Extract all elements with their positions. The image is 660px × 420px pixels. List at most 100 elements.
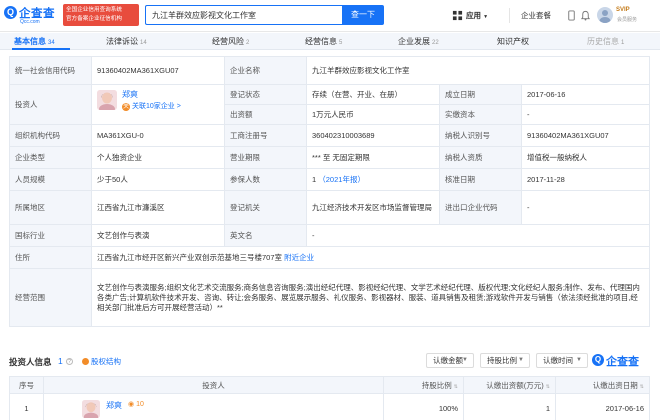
row-amount: 1 <box>463 393 556 420</box>
org-code-value: MA361XGU-0 <box>91 124 225 147</box>
capital-amount-filter[interactable]: 认缴金额 ▼ <box>426 353 474 368</box>
sort-icon: ⇅ <box>639 383 644 390</box>
app-label: 应用 <box>466 11 481 20</box>
person-photo-icon[interactable] <box>82 400 100 418</box>
investors-count: 1 <box>58 356 63 366</box>
tab-legal[interactable]: 法律诉讼 14 <box>106 33 147 50</box>
biz-reg-label: 工商注册号 <box>224 124 307 147</box>
person-photo-icon <box>97 90 117 110</box>
table-row: 企业类型 个人独资企业 营业期限 *** 至 无固定期限 纳税人资质 增值税一般… <box>9 146 651 169</box>
investor-name-link[interactable]: 郑爽 <box>106 400 122 411</box>
capital-value: 1万元人民币 <box>306 104 440 125</box>
qcc-logo[interactable]: Q 企查查 Qcc.com <box>4 4 60 26</box>
relation-text: 关联10家企业 <box>132 103 175 110</box>
tab-history[interactable]: 历史信息 1 <box>587 33 624 50</box>
approval-value: 2017-11-28 <box>520 168 651 191</box>
user-avatar[interactable] <box>597 7 613 23</box>
logo-mark-icon: Q <box>592 354 604 366</box>
tab-label: 企业发展 <box>398 37 430 46</box>
row-index: 1 <box>9 393 44 420</box>
tab-label: 经营风险 <box>212 37 244 46</box>
investor-cell: 郑爽 关关联10家企业 > <box>91 84 225 125</box>
chevron-down-icon: ▼ <box>462 357 468 363</box>
annual-report-link[interactable]: （2021年报） <box>318 175 365 184</box>
table-row: 国标行业 文艺创作与表演 英文名 - <box>9 224 651 247</box>
svip-badge[interactable]: SVIP <box>616 7 630 13</box>
person-name-link[interactable]: 郑爽 <box>122 90 138 100</box>
investors-section-title: 投资人信息 <box>9 357 52 367</box>
filter-label: 持股比例 <box>487 356 517 365</box>
approval-label: 核准日期 <box>439 168 522 191</box>
import-export-label: 进出口企业代码 <box>439 190 522 225</box>
mobile-icon[interactable] <box>566 10 577 21</box>
enterprise-suite-link[interactable]: 企业套餐 <box>521 10 551 21</box>
paid-capital-label: 实缴资本 <box>439 104 522 125</box>
investor-tag[interactable]: ◉ 10 <box>128 400 144 408</box>
tab-ip[interactable]: 知识产权 <box>497 33 531 50</box>
col-ratio-label: 持股比例 <box>421 380 452 390</box>
tax-id-value: 91360402MA361XGU07 <box>520 124 651 147</box>
paid-capital-value: - <box>520 104 651 125</box>
investors-table: 序号 投资人 持股比例 ⇅ 认缴出资额(万元) ⇅ 认缴出资日期 ⇅ 1 郑爽 ◉ 1… <box>9 376 650 420</box>
tab-development[interactable]: 企业发展 22 <box>398 33 439 50</box>
scope-label: 经营范围 <box>9 268 92 327</box>
chevron-down-icon: ▼ <box>483 14 489 20</box>
tab-count: 22 <box>432 40 439 46</box>
active-tab-indicator <box>12 48 70 50</box>
sort-icon: ⇅ <box>453 383 458 390</box>
tab-risk[interactable]: 经营风险 2 <box>212 33 249 50</box>
credit-code-label: 统一社会信用代码 <box>9 56 92 85</box>
bell-icon[interactable] <box>580 10 591 21</box>
table-row: 组织机构代码 MA361XGU-0 工商注册号 360402310003689 … <box>9 124 651 147</box>
import-export-value: - <box>520 190 651 225</box>
person-avatar[interactable] <box>97 90 117 110</box>
subscription-date-filter[interactable]: 认缴时间 ▼ <box>536 353 588 368</box>
region-value: 江西省九江市濂溪区 <box>91 190 225 225</box>
basic-info-table: 统一社会信用代码 91360402MA361XGU07 企业名称 九江羊群效应影… <box>9 56 651 327</box>
industry-label: 国标行业 <box>9 224 92 247</box>
investor-tag-count: 10 <box>136 401 144 408</box>
nearby-companies-link[interactable]: 附近企业 <box>284 253 314 262</box>
credit-code-value: 91360402MA361XGU07 <box>91 56 225 85</box>
staff-size-value: 少于50人 <box>91 168 225 191</box>
equity-chart-icon <box>82 358 89 365</box>
reg-authority-label: 登记机关 <box>224 190 307 225</box>
biz-reg-value: 360402310003689 <box>306 124 440 147</box>
col-ratio[interactable]: 持股比例 ⇅ <box>383 376 464 394</box>
company-name-label: 企业名称 <box>224 56 307 85</box>
tab-label: 历史信息 <box>587 37 619 46</box>
table-row: 所属地区 江西省九江市濂溪区 登记机关 九江经济技术开发区市场监督管理局 进出口… <box>9 190 651 225</box>
search-input[interactable] <box>145 5 342 25</box>
app-menu[interactable]: 应用 ▼ <box>466 10 488 21</box>
logo-sub-text: Qcc.com <box>20 19 40 25</box>
person-related-companies-link[interactable]: 关关联10家企业 > <box>122 102 181 112</box>
row-date: 2017-06-16 <box>555 393 650 420</box>
tab-count: 34 <box>48 40 55 46</box>
help-icon[interactable]: ? <box>66 358 73 365</box>
tab-label: 经营信息 <box>305 37 337 46</box>
badge-line-2: 官方备案企业征信机构 <box>66 16 122 22</box>
tab-count: 5 <box>339 40 343 46</box>
tax-qual-value: 增值税一般纳税人 <box>520 146 651 169</box>
equity-structure-link[interactable]: 股权结构 <box>82 356 121 367</box>
ratio-filter[interactable]: 持股比例 ▼ <box>480 353 530 368</box>
col-date[interactable]: 认缴出资日期 ⇅ <box>555 376 650 394</box>
tax-qual-label: 纳税人资质 <box>439 146 522 169</box>
reg-authority-value: 九江经济技术开发区市场监督管理局 <box>306 190 440 225</box>
tab-label: 法律诉讼 <box>106 37 138 46</box>
region-label: 所属地区 <box>9 190 92 225</box>
app-grid-icon[interactable] <box>452 10 463 21</box>
chevron-right-icon: > <box>176 103 181 110</box>
col-investor: 投资人 <box>43 376 384 394</box>
tab-operation[interactable]: 经营信息 5 <box>305 33 342 50</box>
search-button[interactable]: 查一下 <box>342 5 384 25</box>
logo-mark-icon: Q <box>4 6 17 19</box>
credit-agency-badge: 全国企业信用查询系统 官方备案企业征信机构 <box>63 4 139 26</box>
user-icon <box>599 10 611 23</box>
table-row: 统一社会信用代码 91360402MA361XGU07 企业名称 九江羊群效应影… <box>9 56 651 85</box>
biz-term-label: 营业期限 <box>224 146 307 169</box>
industry-value: 文艺创作与表演 <box>91 224 225 247</box>
col-amount[interactable]: 认缴出资额(万元) ⇅ <box>463 376 556 394</box>
filter-label: 认缴时间 <box>543 356 573 365</box>
chevron-down-icon: ▼ <box>518 357 524 363</box>
